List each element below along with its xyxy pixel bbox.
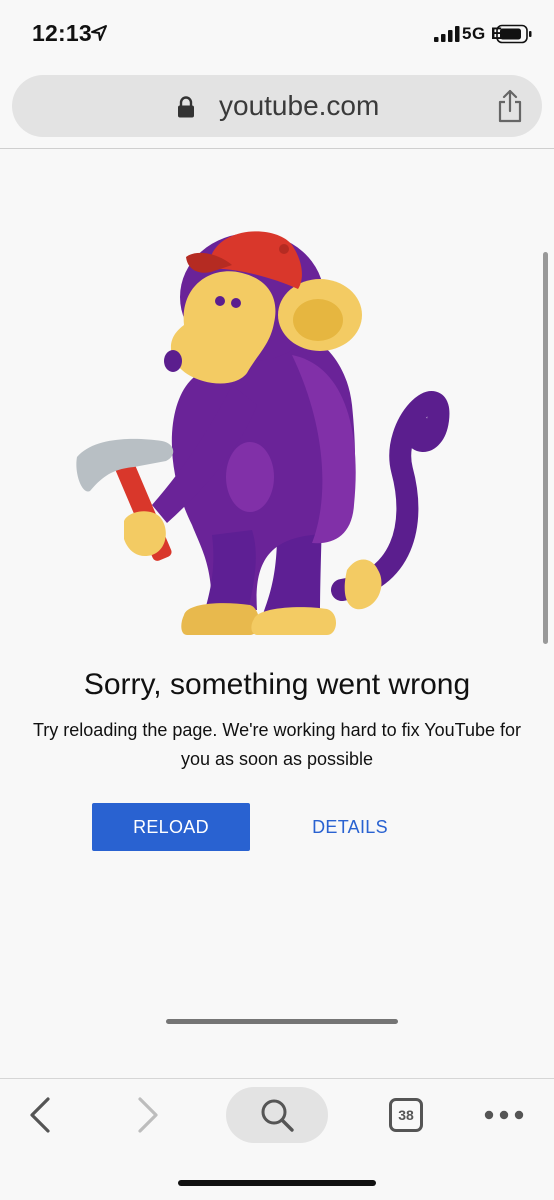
forward-arrow-icon (138, 1097, 158, 1133)
tab-count: 38 (398, 1107, 414, 1123)
header-divider (0, 148, 554, 149)
status-time: 12:13 (32, 20, 92, 46)
tabs-icon: 38 (389, 1098, 423, 1132)
content-scroll-handle (166, 1019, 398, 1024)
search-button[interactable] (226, 1087, 328, 1143)
url-text: youtube.com (219, 90, 380, 121)
tabs-button[interactable]: 38 (384, 1095, 428, 1135)
error-title: Sorry, something went wrong (83, 668, 471, 701)
page-scrollbar[interactable] (543, 252, 548, 644)
lock-icon (178, 96, 194, 118)
home-indicator (178, 1180, 376, 1186)
back-arrow-icon (30, 1097, 50, 1133)
more-button[interactable] (482, 1097, 526, 1133)
error-message: Try reloading the page. We're working ha… (32, 720, 522, 769)
monkey-with-hammer-illustration (76, 231, 450, 635)
back-button[interactable] (20, 1093, 60, 1137)
location-arrow-icon (91, 25, 107, 41)
battery-icon (496, 24, 532, 44)
more-icon (484, 1110, 524, 1120)
details-button[interactable]: DETAILS (290, 803, 410, 851)
signal-bars-icon (434, 26, 460, 42)
search-icon (261, 1099, 294, 1132)
reload-button[interactable]: RELOAD (92, 803, 250, 851)
address-bar[interactable]: youtube.com (12, 75, 542, 137)
forward-button[interactable] (128, 1093, 168, 1137)
share-icon[interactable] (496, 89, 524, 123)
browser-screen: 12:13 5G E youtube.com Sorry, something … (0, 0, 554, 1200)
status-bar: 12:13 5G E (0, 0, 554, 64)
